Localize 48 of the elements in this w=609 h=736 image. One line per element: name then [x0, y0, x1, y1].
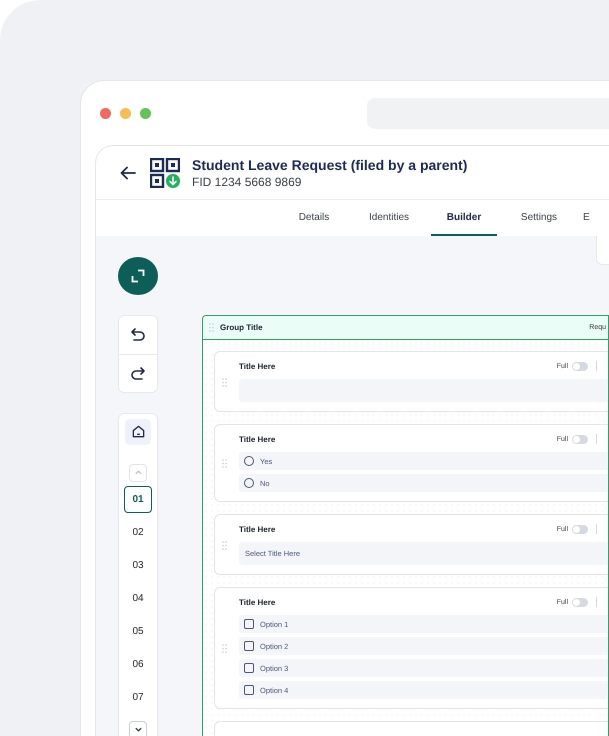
- form-id: FID 1234 5668 9869: [192, 174, 302, 188]
- form-logo-icon: [150, 158, 180, 188]
- minimize-dot[interactable]: [120, 108, 131, 118]
- home-icon: [130, 424, 146, 440]
- checkbox[interactable]: [244, 641, 254, 651]
- checkbox[interactable]: [244, 663, 254, 673]
- page-number[interactable]: 05: [124, 618, 152, 645]
- page-number[interactable]: 02: [124, 518, 152, 546]
- field-title: Title Here: [239, 598, 276, 606]
- expand-icon: [131, 268, 145, 283]
- maximize-dot[interactable]: [140, 108, 151, 118]
- page-number[interactable]: 06: [124, 650, 152, 678]
- radio-button[interactable]: [244, 478, 254, 488]
- scroll-down-button[interactable]: [129, 720, 147, 736]
- tab[interactable]: Identities: [356, 200, 422, 236]
- field-title: Title Here: [239, 434, 276, 444]
- close-dot[interactable]: [100, 108, 111, 118]
- undo-icon: [130, 326, 146, 343]
- page-number[interactable]: 07: [124, 684, 152, 711]
- page-number[interactable]: 03: [124, 552, 152, 579]
- checkbox[interactable]: [244, 619, 254, 629]
- full-width-toggle[interactable]: [572, 434, 588, 444]
- page-number[interactable]: 01: [124, 486, 152, 513]
- field-title: Title Here: [239, 362, 276, 370]
- full-width-toggle[interactable]: [572, 598, 588, 606]
- checkbox[interactable]: [244, 685, 254, 695]
- page-number[interactable]: 04: [124, 584, 152, 612]
- redo-icon: [130, 365, 146, 382]
- field-title: Title Here: [239, 524, 276, 534]
- chevron-down-icon: [134, 725, 142, 734]
- radio-button[interactable]: [244, 456, 254, 466]
- tab[interactable]: Settings: [506, 200, 572, 236]
- form-title: Student Leave Request (filed by a parent): [192, 156, 468, 172]
- drag-handle-icon[interactable]: [222, 644, 227, 653]
- scroll-up-button[interactable]: [129, 464, 147, 482]
- full-width-toggle[interactable]: [572, 362, 588, 370]
- drag-handle-icon[interactable]: [209, 323, 214, 332]
- tab[interactable]: Details: [281, 200, 347, 236]
- tab[interactable]: E: [581, 200, 592, 236]
- drag-handle-icon[interactable]: [222, 459, 227, 468]
- group-title: Group Title: [220, 323, 263, 332]
- home-button[interactable]: [125, 418, 151, 445]
- drag-handle-icon[interactable]: [222, 540, 227, 550]
- back-arrow-icon[interactable]: [120, 166, 136, 180]
- input-field[interactable]: [239, 379, 608, 402]
- drag-handle-icon[interactable]: [222, 378, 227, 386]
- expand-button[interactable]: [118, 257, 158, 295]
- full-width-toggle[interactable]: [572, 524, 588, 534]
